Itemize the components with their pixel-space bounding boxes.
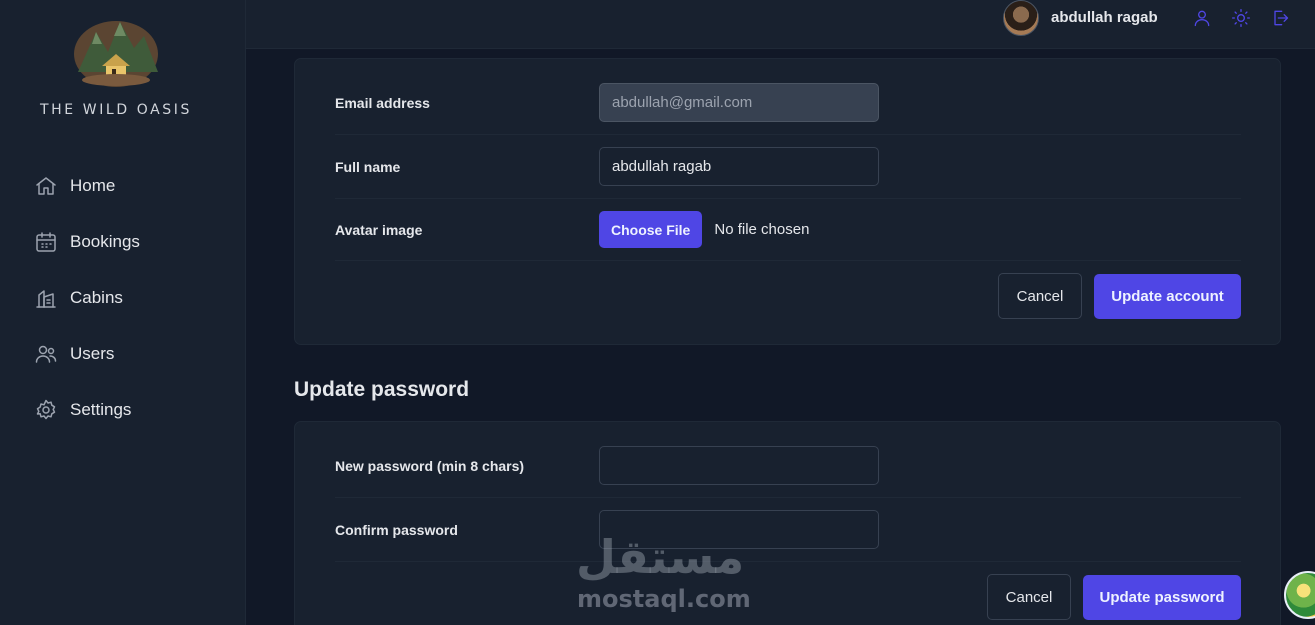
logout-icon[interactable] [1270,8,1290,28]
nav-item-label: Home [70,176,116,195]
cancel-button[interactable]: Cancel [987,574,1071,620]
nav-item-bookings[interactable]: Bookings [22,214,226,270]
nav-item-label: Bookings [70,232,140,251]
nav-item-settings[interactable]: Settings [22,382,226,438]
email-label: Email address [335,94,430,111]
users-icon [34,342,58,366]
cancel-button[interactable]: Cancel [998,273,1082,319]
nav-item-home[interactable]: Home [22,158,226,214]
new-password-label: New password (min 8 chars) [335,457,525,474]
sun-icon[interactable] [1231,8,1251,28]
avatar[interactable] [1003,0,1039,36]
calendar-icon [34,230,58,254]
fullname-field[interactable]: abdullah ragab [599,147,879,186]
top-header: abdullah ragab [246,0,1315,49]
brand-name: THE WILD OASIS [39,102,193,118]
choose-file-button[interactable]: Choose File [599,211,703,248]
confirm-password-row: Confirm password [335,498,1241,562]
user-name: abdullah ragab [1051,9,1158,26]
fullname-label: Full name [335,158,401,175]
nav-item-label: Settings [70,400,132,419]
logo[interactable]: THE WILD OASIS [0,14,232,118]
new-password-row: New password (min 8 chars) [335,434,1241,498]
confirm-password-label: Confirm password [335,521,458,538]
file-status: No file chosen [714,221,810,238]
cabins-icon [34,286,58,310]
update-account-button[interactable]: Update account [1094,274,1241,319]
fullname-row: Full name abdullah ragab [335,135,1241,199]
nav-item-label: Cabins [70,288,123,307]
nav-item-label: Users [70,344,115,363]
user-icon[interactable] [1192,8,1212,28]
watermark-latin: mostaql.com [577,585,751,613]
nav-item-cabins[interactable]: Cabins [22,270,226,326]
update-password-button[interactable]: Update password [1083,575,1241,620]
gear-icon [34,398,58,422]
main-nav: Home Bookings Cabins Users Settings [22,158,226,438]
cabin-mountain-logo-icon [74,21,158,87]
avatar-label: Avatar image [335,221,423,238]
update-password-form: New password (min 8 chars) Confirm passw… [294,421,1281,625]
corner-badge-icon[interactable] [1284,571,1315,619]
update-account-form: Email address abdullah@gmail.com Full na… [294,58,1281,345]
nav-item-users[interactable]: Users [22,326,226,382]
home-icon [34,174,58,198]
avatar-row: Avatar image Choose File No file chosen [335,199,1241,261]
new-password-field[interactable] [599,446,879,485]
email-row: Email address abdullah@gmail.com [335,71,1241,135]
watermark-arabic: مستقل [576,530,745,584]
section-title: Update password [294,378,470,401]
email-field[interactable]: abdullah@gmail.com [599,83,879,122]
sidebar: THE WILD OASIS Home Bookings Cabins User… [0,0,246,625]
